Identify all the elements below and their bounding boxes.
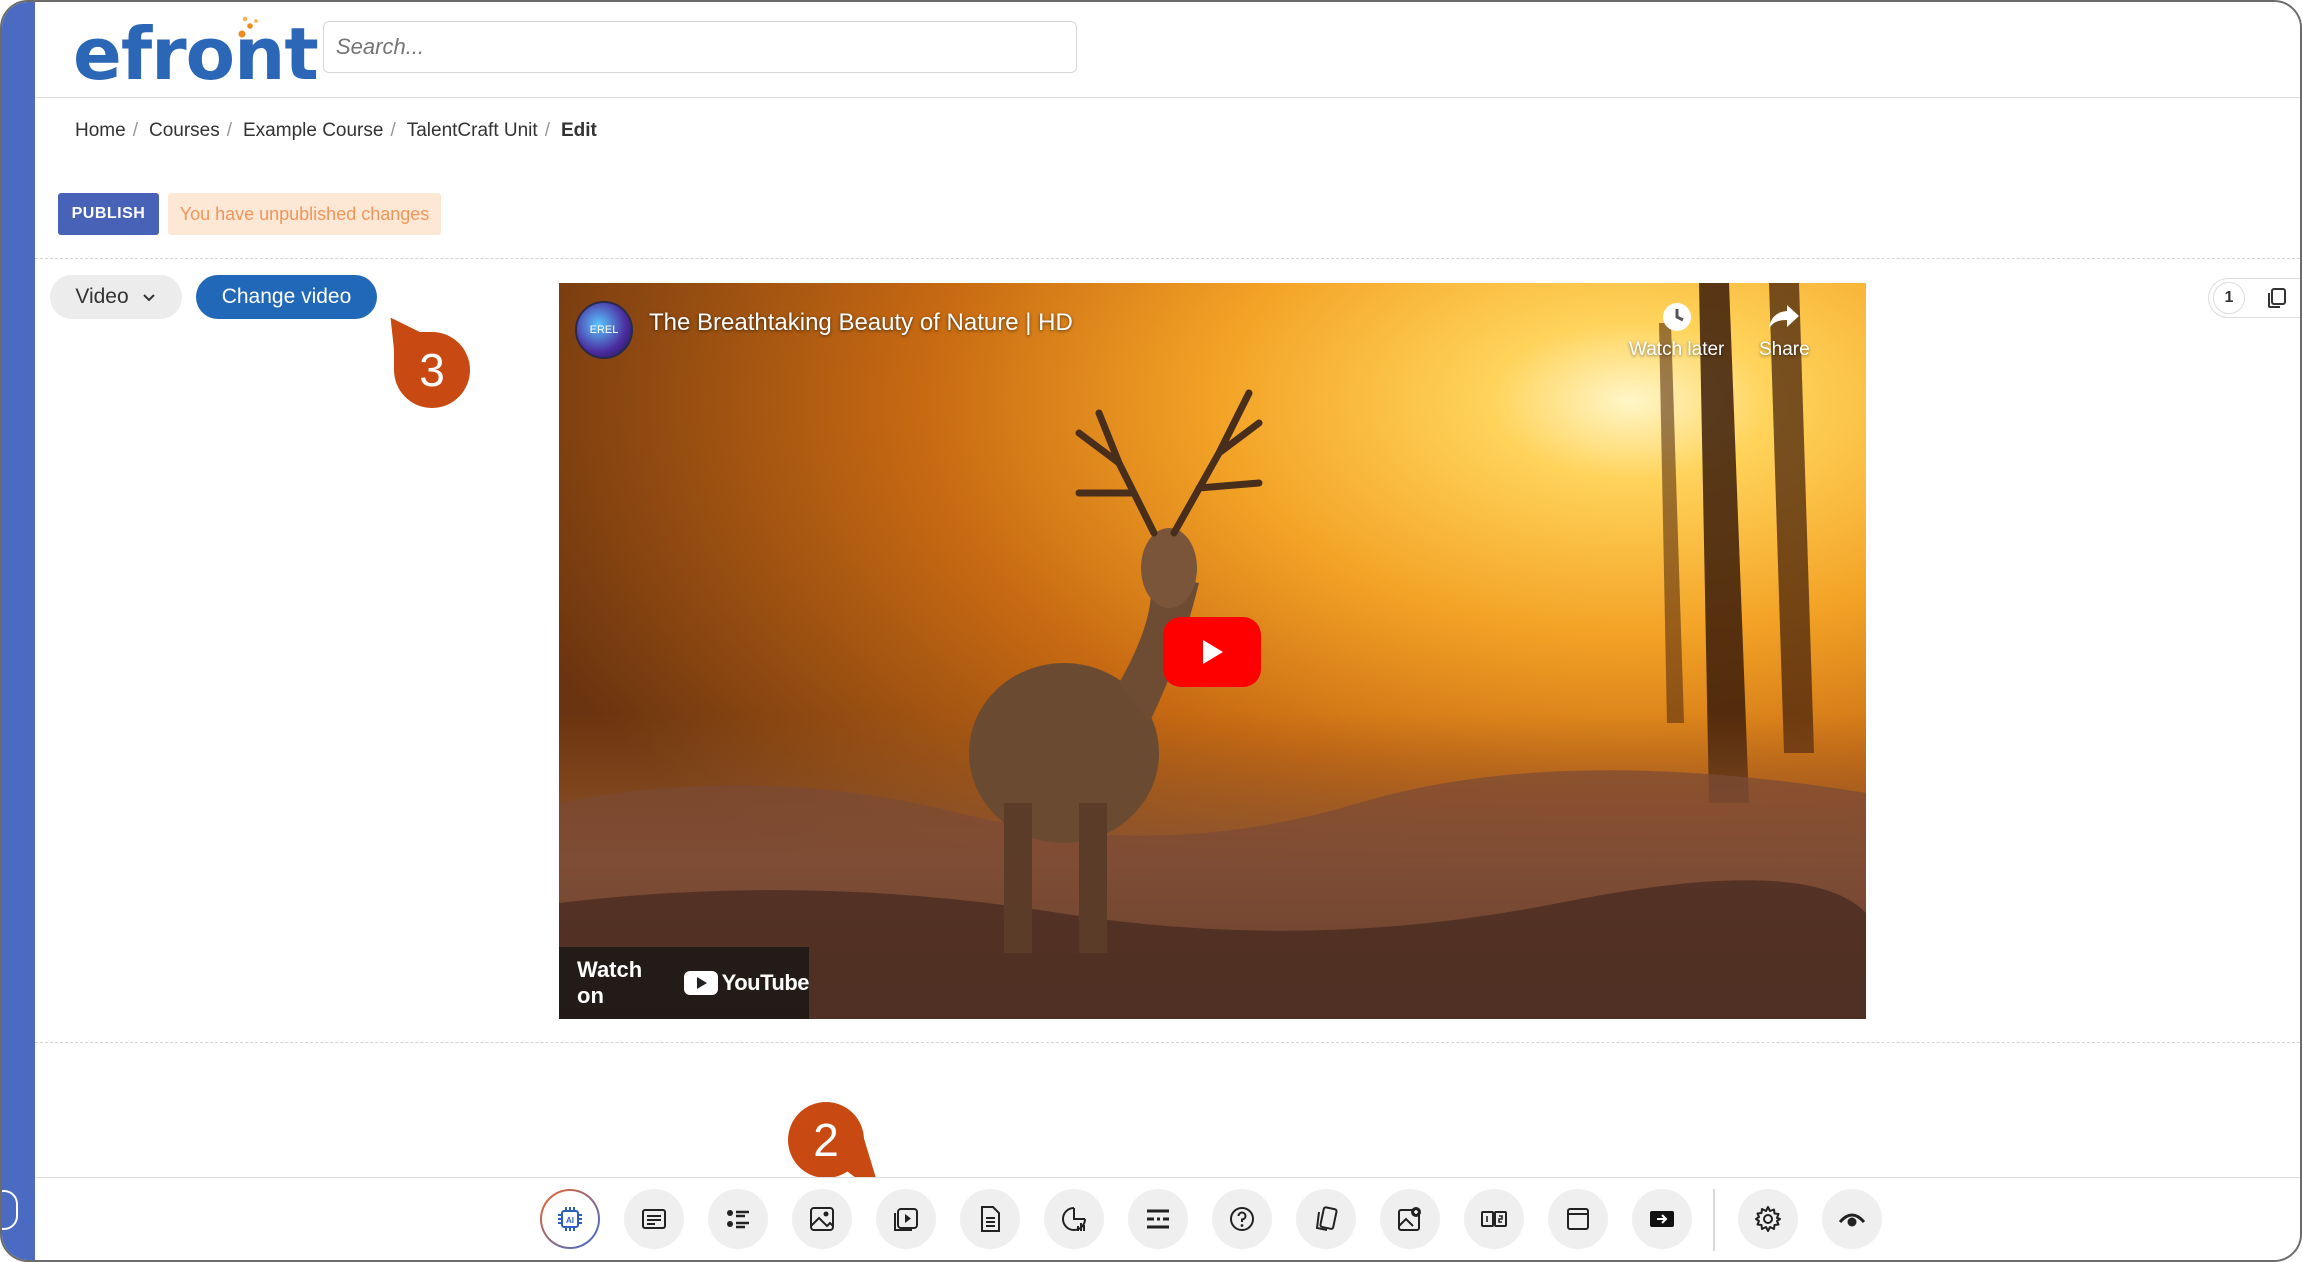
annotation-badge-3: 3	[394, 332, 470, 408]
block-type-select[interactable]: Video	[50, 275, 182, 319]
image-hotspot-icon	[1398, 1207, 1421, 1231]
left-rail	[2, 2, 35, 1260]
watch-on-label: Watch on	[577, 957, 643, 1008]
breadcrumb-example-course[interactable]: Example Course	[243, 120, 383, 142]
youtube-wordmark: YouTube	[721, 970, 810, 995]
breadcrumb-unit[interactable]: TalentCraft Unit	[407, 120, 538, 142]
embed-tool-button[interactable]	[1548, 1189, 1608, 1249]
breadcrumb: Home / Courses / Example Course / Talent…	[75, 120, 597, 142]
top-header: efront	[35, 2, 2300, 98]
youtube-icon	[683, 971, 718, 995]
watch-later-button[interactable]: Watch later	[1629, 301, 1724, 361]
breadcrumb-current: Edit	[560, 120, 597, 141]
divider-tool-button[interactable]	[1128, 1189, 1188, 1249]
play-icon	[1203, 640, 1223, 664]
flashcards-tool-button[interactable]	[1296, 1189, 1356, 1249]
toolbar-separator	[1713, 1189, 1715, 1251]
app-window: efront Home / Courses / Example Course /…	[0, 0, 2302, 1262]
embed-icon	[1567, 1208, 1589, 1230]
channel-avatar[interactable]: EREL	[575, 301, 633, 359]
question-tool-button[interactable]	[1212, 1189, 1272, 1249]
logo-spark-icon	[238, 16, 258, 38]
breadcrumb-home[interactable]: Home	[75, 120, 126, 142]
efront-logo[interactable]: efront	[73, 10, 319, 96]
breadcrumb-separator: /	[226, 120, 232, 141]
breadcrumb-separator: /	[132, 120, 138, 141]
search-input[interactable]	[323, 21, 1077, 73]
image-icon	[810, 1207, 834, 1231]
clock-icon	[1662, 303, 1691, 331]
ai-tool-button[interactable]: AI	[540, 1189, 600, 1249]
video-tool-button[interactable]	[876, 1189, 936, 1249]
publish-button[interactable]: PUBLISH	[58, 193, 159, 235]
question-icon	[1230, 1207, 1254, 1231]
image-tool-button[interactable]	[792, 1189, 852, 1249]
breadcrumb-courses[interactable]: Courses	[149, 120, 220, 142]
preview-tool-button[interactable]	[1822, 1189, 1882, 1249]
rail-handle[interactable]	[2, 1190, 18, 1230]
settings-icon	[1755, 1206, 1781, 1232]
block-type-label: Video	[75, 285, 129, 308]
share-label: Share	[1759, 339, 1810, 360]
change-video-button[interactable]: Change video	[196, 275, 377, 319]
youtube-video-embed[interactable]: EREL The Breathtaking Beauty of Nature |…	[559, 283, 1866, 1019]
section-divider-top	[35, 258, 2300, 259]
watch-on-youtube-link[interactable]: Watch on YouTube	[559, 947, 810, 1019]
document-icon	[981, 1206, 1000, 1232]
breadcrumb-separator: /	[544, 120, 550, 141]
chart-icon	[1062, 1207, 1086, 1231]
text-tool-button[interactable]	[624, 1189, 684, 1249]
flashcards-icon	[1315, 1206, 1338, 1231]
share-icon	[1769, 305, 1800, 329]
chevron-down-icon	[142, 294, 155, 302]
youtube-logo: YouTube	[683, 970, 810, 996]
svg-text:AI: AI	[566, 1216, 574, 1225]
list-icon	[727, 1210, 749, 1229]
divider-icon	[1147, 1209, 1169, 1229]
chart-tool-button[interactable]	[1044, 1189, 1104, 1249]
ai-icon: AI	[558, 1207, 582, 1231]
section-divider-bottom	[35, 1042, 2300, 1043]
page-number[interactable]: 1	[2213, 282, 2245, 314]
preview-icon	[1838, 1213, 1866, 1227]
video-title[interactable]: The Breathtaking Beauty of Nature | HD	[649, 309, 1073, 337]
document-tool-button[interactable]	[960, 1189, 1020, 1249]
comparison-icon	[1481, 1211, 1507, 1227]
breadcrumb-separator: /	[390, 120, 396, 141]
logo-wordmark: efront	[73, 12, 319, 96]
unpublished-changes-notice: You have unpublished changes	[168, 193, 441, 235]
share-button[interactable]: Share	[1759, 301, 1810, 361]
list-tool-button[interactable]	[708, 1189, 768, 1249]
page-controls: 1	[2208, 278, 2300, 318]
text-icon	[642, 1209, 666, 1229]
comparison-tool-button[interactable]	[1464, 1189, 1524, 1249]
video-icon	[894, 1208, 918, 1231]
presentation-tool-button[interactable]	[1632, 1189, 1692, 1249]
play-button[interactable]	[1163, 617, 1261, 687]
settings-tool-button[interactable]	[1738, 1189, 1798, 1249]
image-hotspot-tool-button[interactable]	[1380, 1189, 1440, 1249]
annotation-badge-2: 2	[788, 1102, 864, 1178]
presentation-icon	[1650, 1211, 1674, 1227]
watch-later-label: Watch later	[1629, 339, 1725, 360]
copy-icon[interactable]	[2265, 286, 2289, 310]
